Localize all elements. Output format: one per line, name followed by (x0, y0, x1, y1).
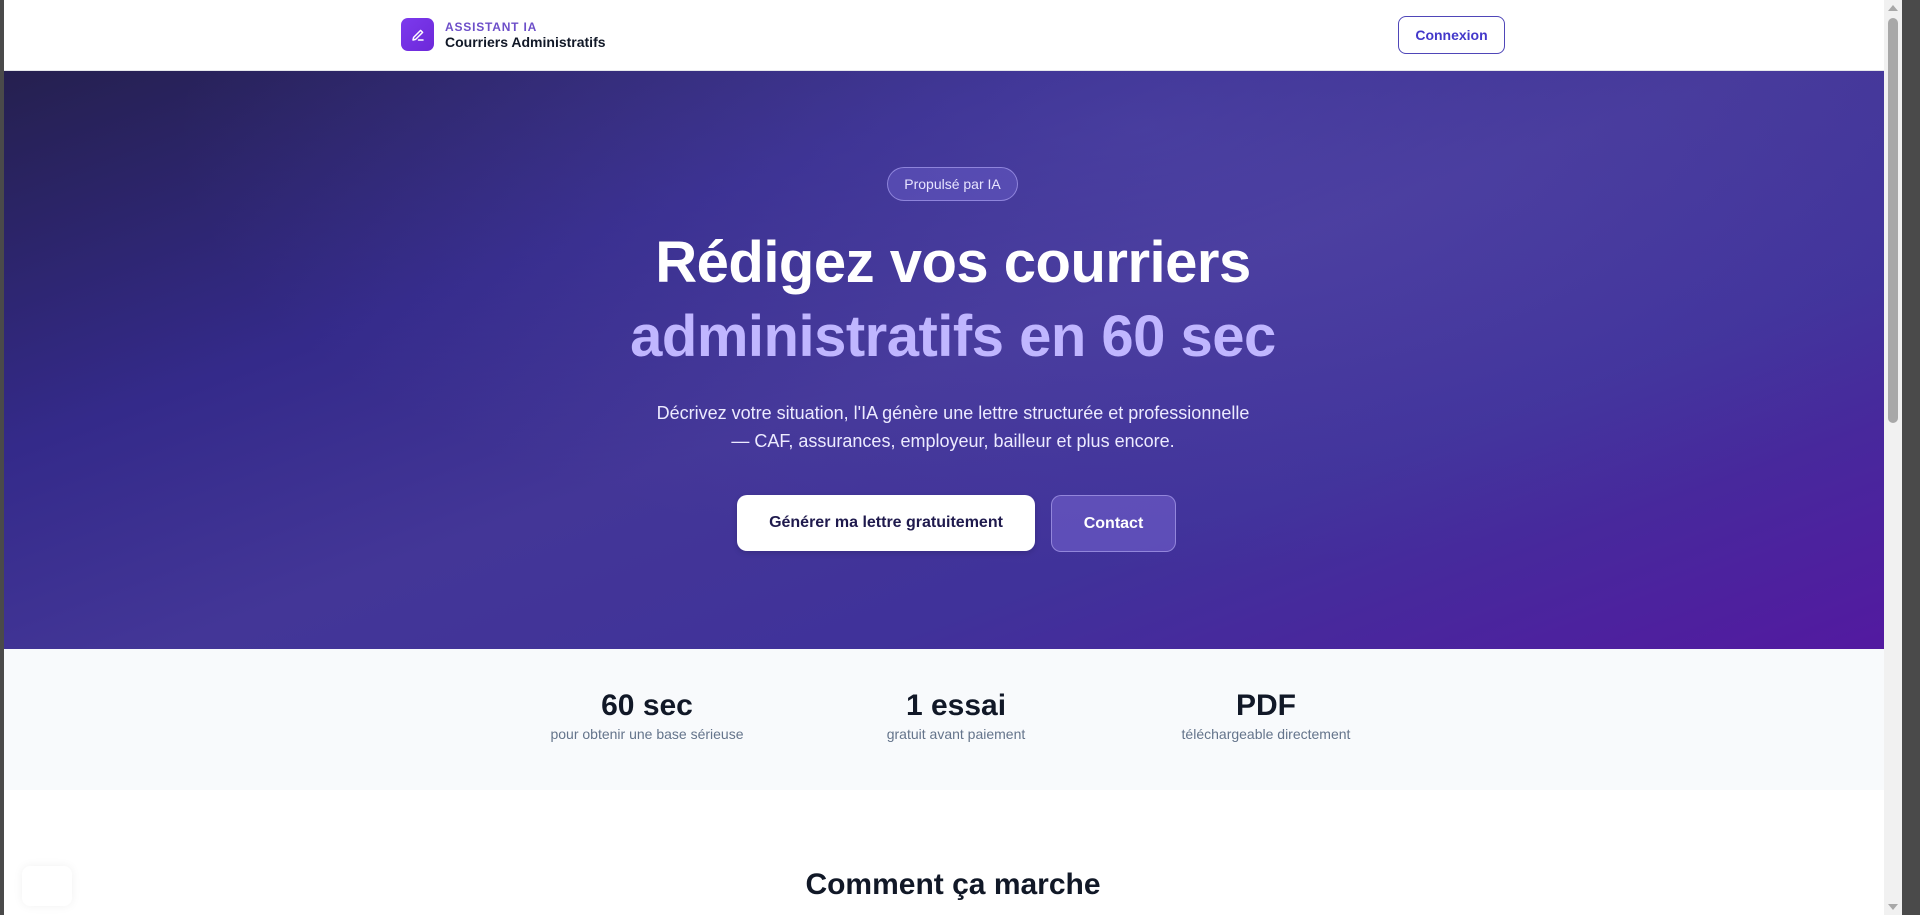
hero-title: Rédigez vos courriers administratifs en … (4, 226, 1902, 374)
stat-value: 1 essai (905, 689, 1007, 722)
hero-title-line2: administratifs en 60 sec (630, 304, 1276, 369)
stat-speed: 60 sec pour obtenir une base sérieuse (517, 689, 777, 743)
contact-button[interactable]: Contact (1051, 495, 1176, 552)
brand-text: ASSISTANT IA Courriers Administratifs (445, 20, 606, 50)
stat-pdf: PDF téléchargeable directement (1136, 689, 1396, 743)
stat-value: PDF (1236, 689, 1296, 722)
brand-name: Courriers Administratifs (445, 33, 606, 50)
stat-label: téléchargeable directement (1181, 726, 1351, 742)
generate-letter-button[interactable]: Générer ma lettre gratuitement (737, 495, 1035, 551)
brand-kicker: ASSISTANT IA (445, 19, 538, 34)
scroll-up-arrow-icon[interactable] (1888, 5, 1898, 11)
stats-section: 60 sec pour obtenir une base sérieuse 1 … (4, 649, 1902, 790)
scrollbar[interactable] (1884, 0, 1902, 915)
brand[interactable]: ASSISTANT IA Courriers Administratifs (401, 18, 606, 51)
scroll-down-arrow-icon[interactable] (1888, 904, 1898, 910)
hero-title-line1: Rédigez vos courriers (655, 230, 1251, 295)
login-button[interactable]: Connexion (1398, 16, 1505, 54)
hero-section: Propulsé par IA Rédigez vos courriers ad… (4, 71, 1902, 649)
ai-badge: Propulsé par IA (887, 167, 1018, 201)
hero-subtitle: Décrivez votre situation, l'IA génère un… (656, 403, 1250, 451)
stat-label: pour obtenir une base sérieuse (550, 726, 744, 742)
browser-viewport: ASSISTANT IA Courriers Administratifs Co… (4, 0, 1902, 915)
stat-value: 60 sec (601, 689, 693, 722)
how-it-works-title: Comment ça marche (805, 868, 1101, 901)
scrollbar-thumb[interactable] (1888, 18, 1898, 423)
pen-icon (401, 18, 434, 51)
stat-trial: 1 essai gratuit avant paiement (826, 689, 1086, 743)
stat-label: gratuit avant paiement (886, 726, 1026, 742)
site-header: ASSISTANT IA Courriers Administratifs Co… (4, 0, 1902, 71)
